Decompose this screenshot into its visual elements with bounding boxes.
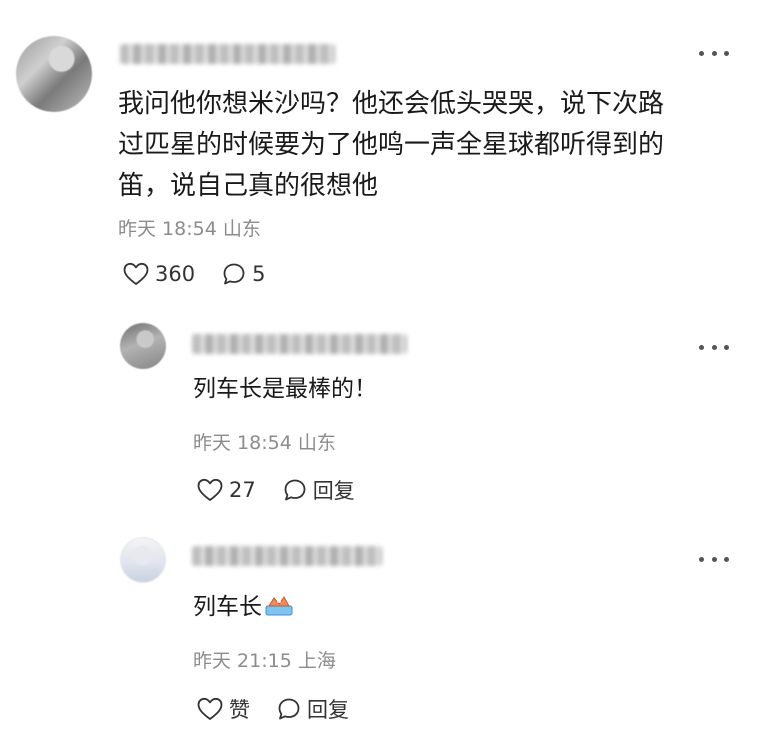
comment-text: 我问他你想米沙吗？他还会低头哭哭，说下次路 过匹星的时候要为了他鸣一声全星球都听… (118, 84, 664, 207)
like-button[interactable]: 27 (196, 477, 256, 503)
speech-bubble-icon (284, 479, 306, 501)
reply-avatar[interactable] (120, 537, 166, 583)
reply-text: 列车长 (193, 592, 294, 622)
heart-outline-icon (197, 697, 223, 720)
reply-label: 回复 (312, 479, 355, 503)
reply-username-blurred[interactable] (192, 546, 382, 566)
heart-outline-icon (123, 262, 149, 285)
like-button[interactable]: 赞 (196, 694, 250, 724)
like-count: 360 (155, 262, 196, 286)
reply-meta: 昨天 18:54 山东 (193, 432, 336, 454)
like-button[interactable]: 360 (122, 261, 195, 287)
reply-meta: 昨天 21:15 上海 (193, 650, 336, 672)
more-dots-icon[interactable] (699, 340, 729, 354)
reply-avatar[interactable] (120, 323, 166, 369)
like-label: 赞 (229, 698, 250, 722)
speech-bubble-icon (278, 698, 300, 720)
reply-username-blurred[interactable] (192, 334, 407, 354)
reply-actions: 27 回复 (196, 475, 381, 505)
reply-actions: 赞 回复 (196, 694, 375, 724)
reply-button[interactable]: 5 (221, 261, 265, 287)
heart-outline-icon (197, 478, 223, 501)
more-dots-icon[interactable] (699, 46, 729, 60)
more-dots-icon[interactable] (699, 552, 729, 566)
comment-text-line: 我问他你想米沙吗？他还会低头哭哭，说下次路 (118, 89, 665, 119)
comment-meta: 昨天 18:54 山东 (118, 218, 261, 240)
like-count: 27 (229, 478, 256, 502)
reply-button[interactable]: 回复 (276, 694, 349, 724)
speech-bubble-icon (223, 263, 245, 285)
commenter-username-blurred[interactable] (120, 44, 335, 64)
commenter-avatar[interactable] (16, 36, 92, 112)
reply-button[interactable]: 回复 (282, 475, 355, 505)
reply-count: 5 (252, 262, 266, 286)
comment-actions: 360 5 (122, 261, 291, 287)
cake-emoji-icon (265, 596, 293, 616)
comment-text-line: 过匹星的时候要为了他鸣一声全星球都听得到的 (118, 130, 665, 160)
reply-label: 回复 (307, 698, 349, 722)
reply-text-content: 列车长 (193, 594, 262, 620)
comment-text-line: 笛，说自己真的很想他 (118, 171, 379, 201)
reply-text: 列车长是最棒的！ (193, 376, 377, 402)
